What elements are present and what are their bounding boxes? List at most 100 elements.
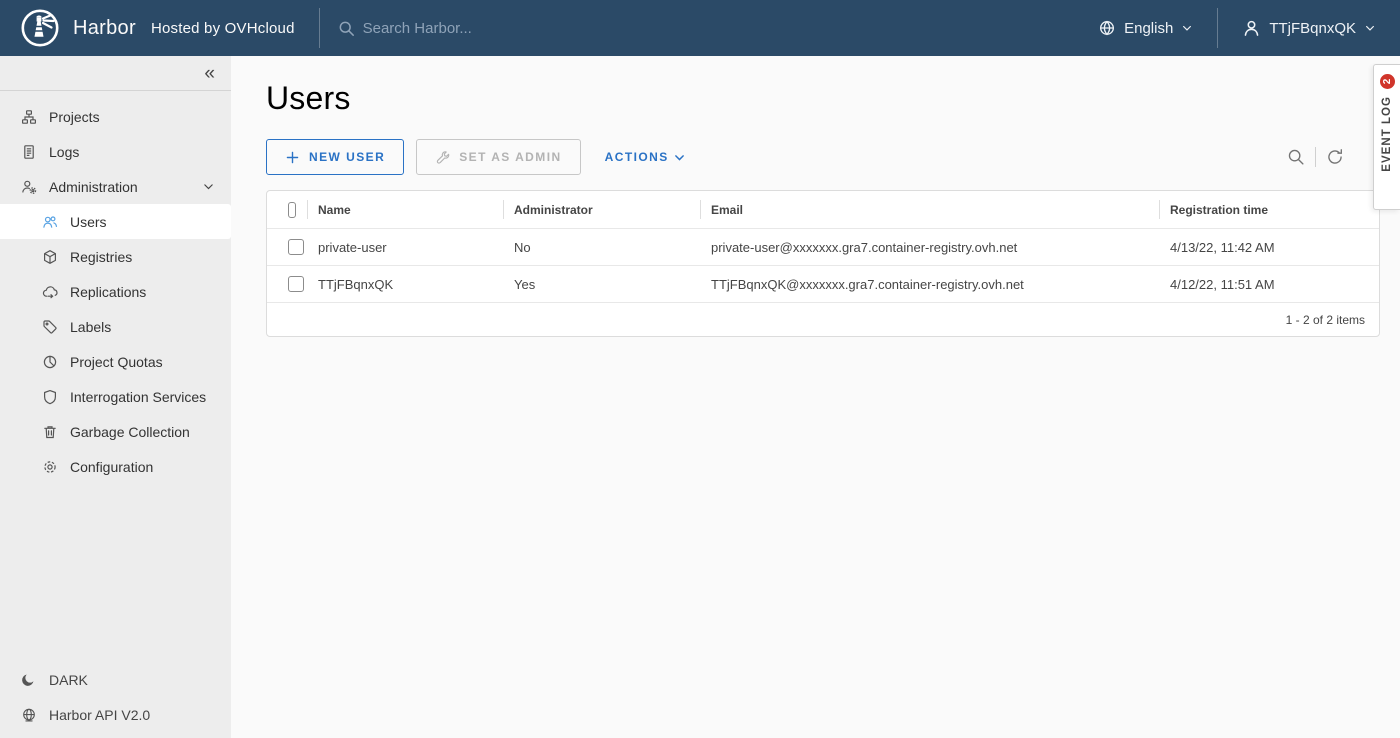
plus-icon [285, 150, 300, 165]
pagination-summary: 1 - 2 of 2 items [1286, 313, 1365, 327]
event-log-label: EVENT LOG [1381, 96, 1393, 172]
user-icon [1242, 19, 1261, 38]
chevron-down-icon [202, 180, 215, 193]
sidebar-item-registries[interactable]: Registries [0, 239, 231, 274]
harbor-api-link[interactable]: Harbor API V2.0 [0, 697, 231, 732]
table-footer: 1 - 2 of 2 items [267, 302, 1379, 336]
table-header-row: Name Administrator Email Registration ti… [267, 191, 1379, 228]
cell-name: TTjFBqnxQK [307, 277, 503, 292]
language-selector[interactable]: English [1074, 19, 1217, 37]
app-header: Harbor Hosted by OVHcloud English [0, 0, 1400, 56]
sidebar-item-label: Projects [49, 109, 100, 125]
registries-icon [42, 249, 58, 265]
moon-icon [21, 672, 37, 688]
column-header-name[interactable]: Name [307, 191, 503, 228]
search-icon [338, 20, 355, 37]
sidebar-item-label: Interrogation Services [70, 389, 206, 405]
administration-icon [21, 179, 37, 195]
configuration-icon [42, 459, 58, 475]
column-header-email[interactable]: Email [700, 191, 1159, 228]
row-checkbox[interactable] [288, 276, 304, 292]
filter-search-icon[interactable] [1277, 148, 1315, 166]
sidebar-item-label: Configuration [70, 459, 153, 475]
sidebar-item-label: Logs [49, 144, 79, 160]
cell-email: TTjFBqnxQK@xxxxxxx.gra7.container-regist… [700, 277, 1159, 292]
sidebar-item-administration[interactable]: Administration [0, 169, 231, 204]
hosted-by-label: Hosted by OVHcloud [151, 20, 295, 37]
toolbar: NEW USER SET AS ADMIN ACTIONS [266, 139, 1380, 175]
sidebar-item-label: Garbage Collection [70, 424, 190, 440]
cell-registration-time: 4/12/22, 11:51 AM [1159, 277, 1379, 292]
cell-administrator: Yes [503, 277, 700, 292]
sidebar-item-logs[interactable]: Logs [0, 134, 231, 169]
logs-icon [21, 144, 37, 160]
harbor-logo[interactable]: Harbor Hosted by OVHcloud [0, 8, 295, 48]
sidebar-item-project-quotas[interactable]: Project Quotas [0, 344, 231, 379]
sidebar-item-users[interactable]: Users [0, 204, 231, 239]
sidebar-item-labels[interactable]: Labels [0, 309, 231, 344]
projects-icon [21, 109, 37, 125]
app-name: Harbor [73, 17, 136, 40]
chevron-down-icon [1181, 22, 1193, 34]
sidebar-item-label: Labels [70, 319, 111, 335]
select-all-checkbox[interactable] [288, 202, 296, 218]
refresh-icon[interactable] [1316, 148, 1354, 166]
table-tools [1277, 147, 1354, 167]
new-user-label: NEW USER [309, 150, 385, 164]
api-globe-icon [21, 707, 37, 723]
table-row[interactable]: private-user No private-user@xxxxxxx.gra… [267, 228, 1379, 265]
actions-label: ACTIONS [605, 150, 669, 164]
sidebar-footer: DARK Harbor API V2.0 [0, 662, 231, 738]
project-quotas-icon [42, 354, 58, 370]
set-as-admin-label: SET AS ADMIN [459, 150, 561, 164]
sidebar-item-label: Project Quotas [70, 354, 163, 370]
sidebar-item-label: Administration [49, 179, 138, 195]
sidebar-item-interrogation-services[interactable]: Interrogation Services [0, 379, 231, 414]
sidebar-item-projects[interactable]: Projects [0, 99, 231, 134]
sidebar-top-bar: « [0, 56, 231, 91]
username-label: TTjFBqnxQK [1269, 20, 1356, 37]
event-log-badge: 2 [1380, 74, 1395, 89]
sidebar-nav: Projects Logs Administration [0, 91, 231, 484]
event-log-tab[interactable]: 2 EVENT LOG [1373, 64, 1400, 210]
labels-icon [42, 319, 58, 335]
global-search [338, 20, 583, 37]
sidebar-item-label: Replications [70, 284, 146, 300]
header-checkbox-cell [267, 191, 307, 228]
collapse-sidebar-icon[interactable]: « [204, 64, 215, 83]
column-header-administrator[interactable]: Administrator [503, 191, 700, 228]
header-right: English TTjFBqnxQK [1074, 0, 1400, 56]
globe-icon [1098, 19, 1116, 37]
chevron-down-icon [1364, 22, 1376, 34]
row-checkbox-cell [267, 276, 307, 292]
cell-name: private-user [307, 240, 503, 255]
header-divider [319, 8, 320, 48]
row-checkbox[interactable] [288, 239, 304, 255]
theme-toggle[interactable]: DARK [0, 662, 231, 697]
sidebar-item-label: Registries [70, 249, 132, 265]
table-body: private-user No private-user@xxxxxxx.gra… [267, 228, 1379, 302]
sidebar-item-garbage-collection[interactable]: Garbage Collection [0, 414, 231, 449]
sidebar-item-replications[interactable]: Replications [0, 274, 231, 309]
actions-dropdown[interactable]: ACTIONS [605, 150, 686, 164]
chevron-down-icon [673, 151, 686, 164]
sidebar: « Projects Logs [0, 56, 231, 738]
sidebar-item-configuration[interactable]: Configuration [0, 449, 231, 484]
cell-administrator: No [503, 240, 700, 255]
table-row[interactable]: TTjFBqnxQK Yes TTjFBqnxQK@xxxxxxx.gra7.c… [267, 265, 1379, 302]
sidebar-item-label: Users [70, 214, 107, 230]
column-header-registration-time[interactable]: Registration time [1159, 191, 1379, 228]
user-menu[interactable]: TTjFBqnxQK [1218, 19, 1400, 38]
replications-icon [42, 284, 58, 300]
search-input[interactable] [363, 20, 583, 37]
main-content: Users NEW USER SET AS ADMIN ACTIONS [231, 56, 1400, 738]
cell-registration-time: 4/13/22, 11:42 AM [1159, 240, 1379, 255]
set-as-admin-button[interactable]: SET AS ADMIN [416, 139, 580, 175]
theme-toggle-label: DARK [49, 672, 88, 688]
language-label: English [1124, 20, 1173, 37]
harbor-api-label: Harbor API V2.0 [49, 707, 150, 723]
row-checkbox-cell [267, 239, 307, 255]
new-user-button[interactable]: NEW USER [266, 139, 404, 175]
harbor-logo-icon [20, 8, 60, 48]
wrench-icon [435, 150, 450, 165]
